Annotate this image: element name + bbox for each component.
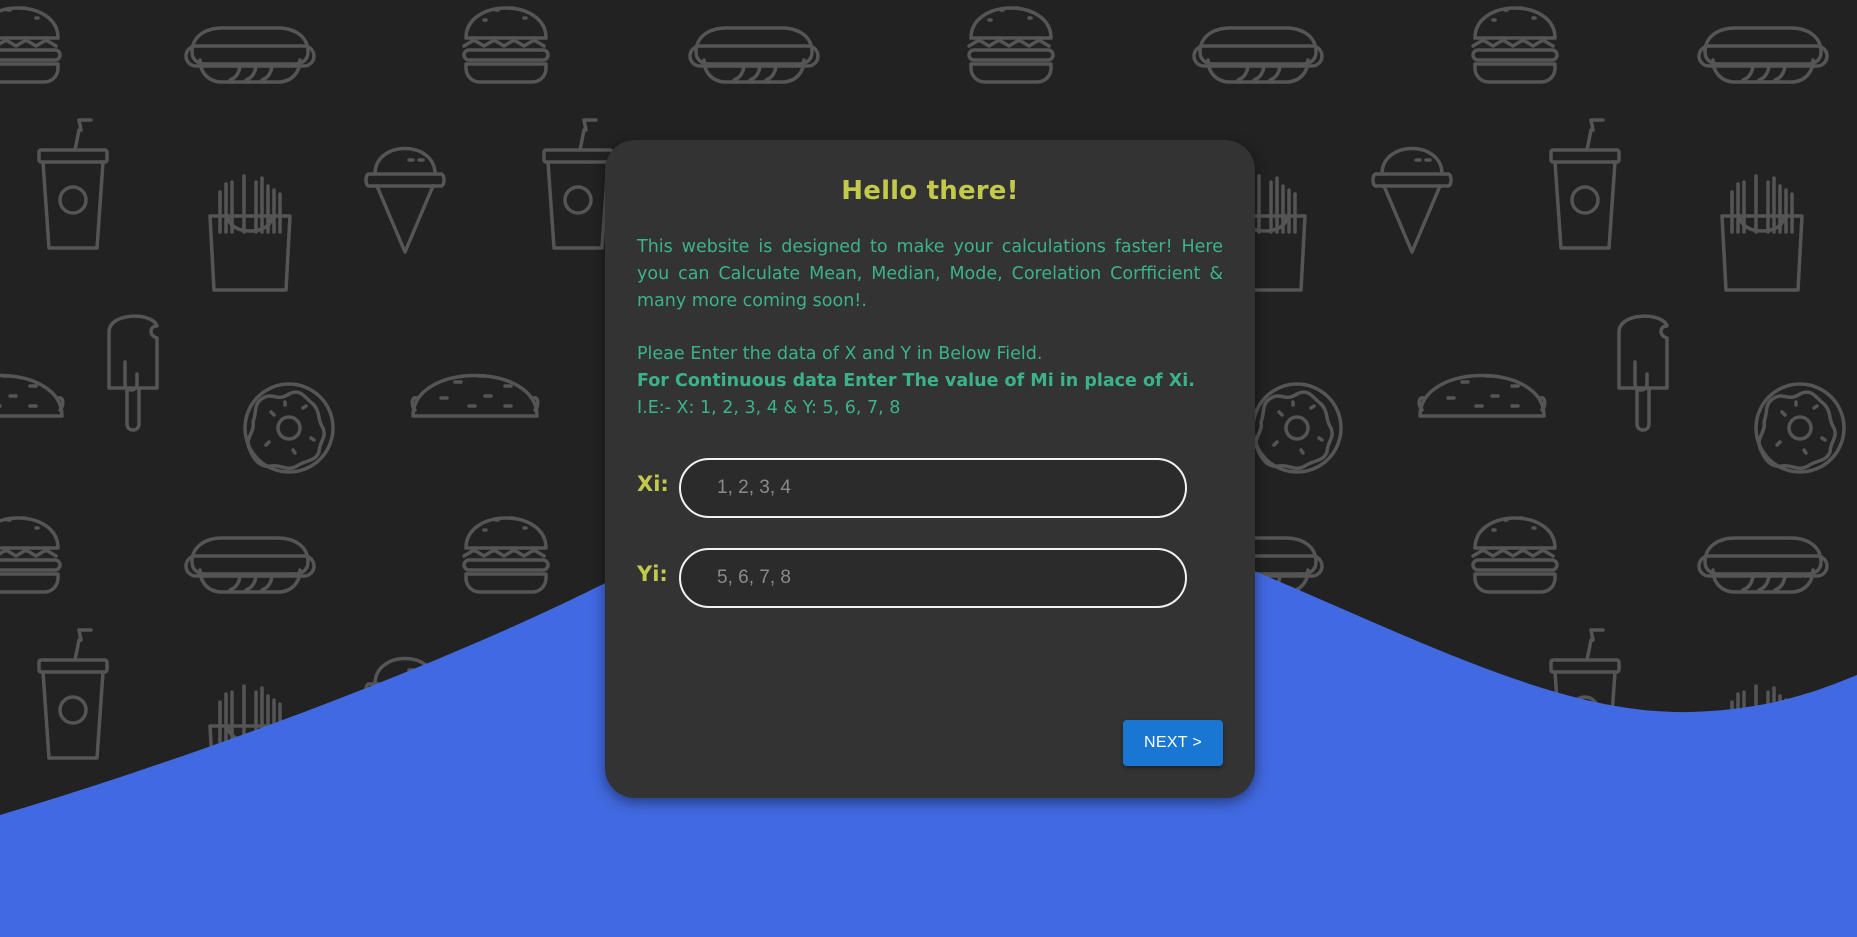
yi-field-row: Yi: [637,548,1187,608]
example-line: I.E:- X: 1, 2, 3, 4 & Y: 5, 6, 7, 8 [637,398,901,418]
input-card: Hello there! This website is designed to… [605,140,1255,798]
yi-input[interactable] [679,548,1187,608]
page-stage: Hello there! This website is designed to… [0,0,1857,937]
xi-input[interactable] [679,458,1187,518]
yi-label: Yi: [637,562,668,586]
xi-label: Xi: [637,472,669,496]
instructions: Pleae Enter the data of X and Y in Below… [637,341,1223,422]
instruction-line: Pleae Enter the data of X and Y in Below… [637,344,1043,364]
intro-text: This website is designed to make your ca… [637,237,1223,311]
card-title: Hello there! [841,176,1019,206]
next-button[interactable]: NEXT > [1123,720,1223,766]
xi-field-row: Xi: [637,458,1187,518]
continuous-data-note: For Continuous data Enter The value of M… [637,371,1195,391]
